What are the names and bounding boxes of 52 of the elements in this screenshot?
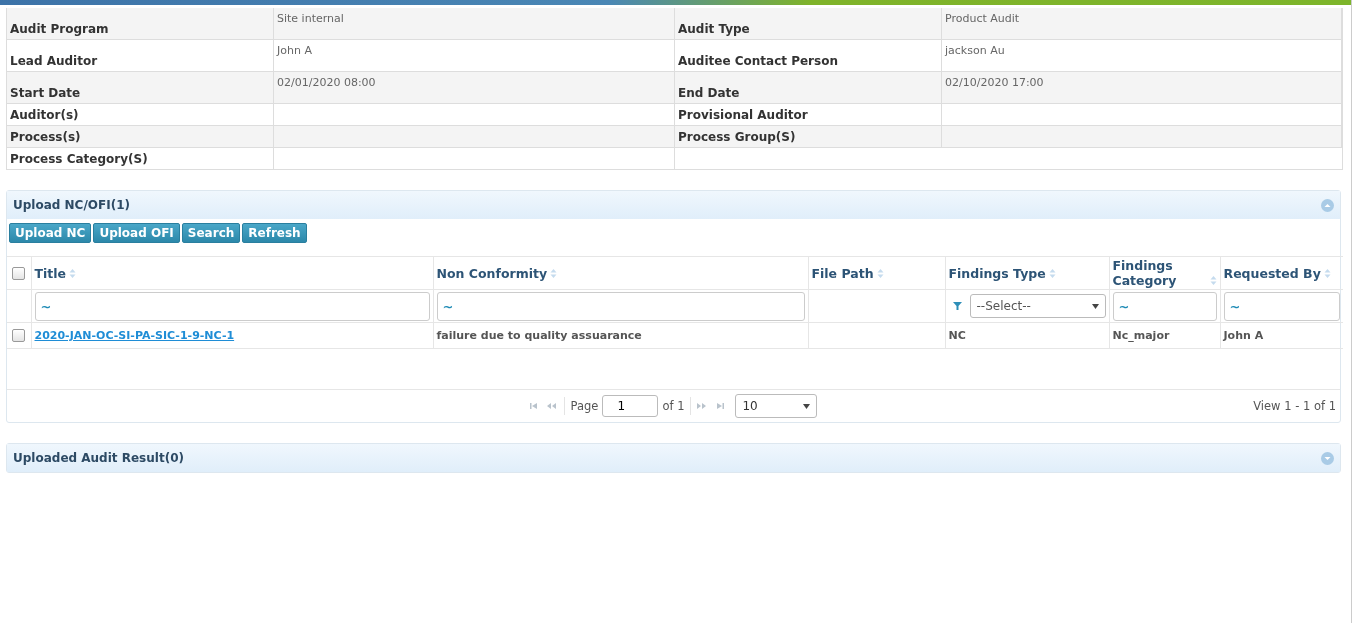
record-count: View 1 - 1 of 1: [1253, 399, 1336, 413]
field-value: Site internal: [274, 8, 675, 39]
filter-select[interactable]: --Select--: [969, 294, 1106, 318]
panel-title: Upload NC/OFI(1): [13, 198, 130, 212]
field-label: Auditor(s): [7, 104, 274, 125]
row-checkbox[interactable]: [12, 329, 26, 343]
field-label: Audit Type: [675, 8, 942, 39]
sort-icon[interactable]: [1048, 267, 1056, 279]
sort-icon[interactable]: [550, 267, 558, 279]
filter-input[interactable]: ~: [1112, 291, 1217, 321]
field-label: Auditee Contact Person: [675, 40, 942, 71]
field-label: Lead Auditor: [7, 40, 274, 71]
next-last-icon[interactable]: [697, 402, 726, 410]
table-cell: Nc_major: [1112, 329, 1170, 342]
page-size-select[interactable]: 10: [735, 394, 818, 418]
sort-icon[interactable]: [876, 267, 884, 279]
filter-input[interactable]: ~: [436, 291, 805, 321]
field-value: 02/01/2020 08:00: [274, 72, 675, 103]
expand-icon[interactable]: [1321, 451, 1334, 465]
table-cell: John A: [1223, 329, 1264, 342]
column-header[interactable]: Non Conformity: [436, 265, 548, 281]
field-label: End Date: [675, 72, 942, 103]
table-cell: NC: [948, 329, 966, 342]
column-header[interactable]: Title: [34, 265, 67, 281]
field-label: Start Date: [7, 72, 274, 103]
field-value: Product Audit: [942, 8, 1342, 39]
field-label: Provisional Auditor: [675, 104, 942, 125]
caret-icon: [803, 403, 811, 409]
filter-input[interactable]: ~: [34, 291, 430, 321]
field-value: 02/10/2020 17:00: [942, 72, 1342, 103]
field-label: Audit Program: [7, 8, 274, 39]
caret-icon: [1091, 303, 1099, 309]
field-label: Process Group(S): [675, 126, 942, 147]
panel-header[interactable]: Upload NC/OFI(1): [7, 191, 1340, 219]
first-previous-icon[interactable]: [529, 402, 558, 410]
panel-header[interactable]: Uploaded Audit Result(0): [7, 444, 1340, 472]
page-input[interactable]: 1: [602, 395, 659, 417]
page-count: of 1: [662, 399, 685, 413]
sort-icon[interactable]: [1323, 267, 1331, 279]
panel-title: Uploaded Audit Result(0): [13, 451, 184, 465]
collapse-icon[interactable]: [1321, 198, 1334, 212]
filter-input[interactable]: ~: [1223, 291, 1340, 321]
sort-icon[interactable]: [69, 267, 77, 279]
sort-icon[interactable]: [1209, 275, 1217, 286]
field-label: Process(s): [7, 126, 274, 147]
field-value: John A: [274, 40, 675, 71]
column-header[interactable]: Requested By: [1223, 265, 1321, 281]
page-label: Page: [570, 399, 599, 413]
filter-icon[interactable]: [952, 302, 962, 310]
select-all-checkbox[interactable]: [12, 266, 26, 280]
field-value: jackson Au: [942, 40, 1342, 71]
table-cell: failure due to quality assuarance: [436, 329, 642, 342]
